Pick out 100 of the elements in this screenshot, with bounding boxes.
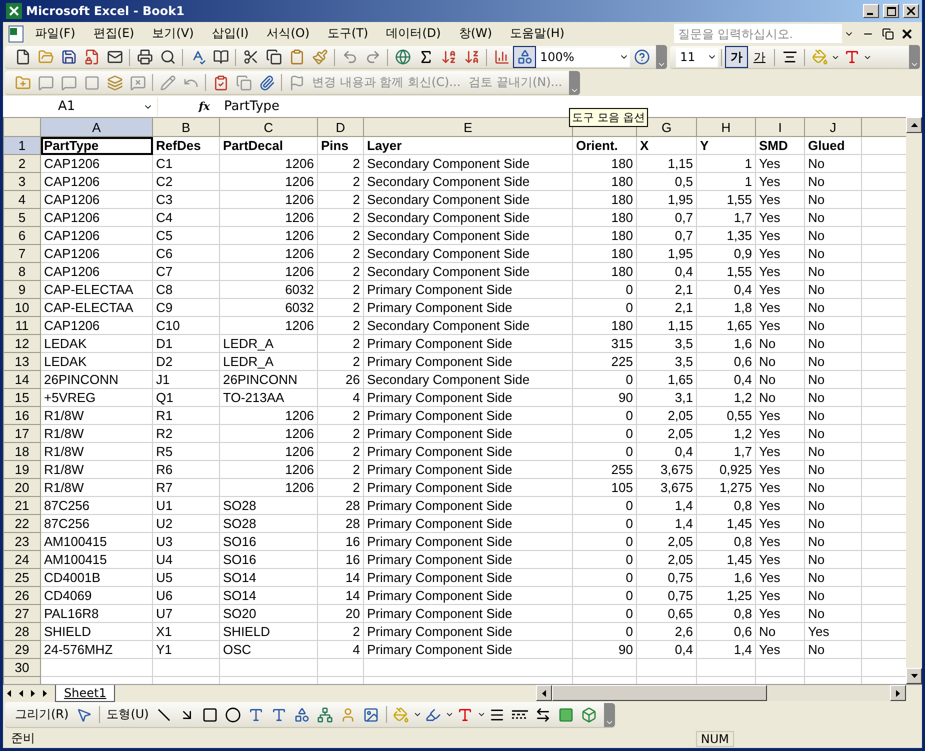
sheet-tab[interactable]: Sheet1 [55,684,116,702]
row-header[interactable]: 4 [4,190,40,208]
row-header[interactable]: 24 [4,550,40,568]
row-header[interactable]: 27 [4,604,40,622]
column-header[interactable]: I [756,118,804,136]
table-cell: 0,7 [636,208,696,226]
menu-item[interactable]: 삽입(I) [204,23,257,44]
table-cell: 180 [572,226,636,244]
row-header[interactable]: 13 [4,352,40,370]
table-cell: 2 [318,622,364,640]
row-header[interactable]: 14 [4,370,40,388]
row-header[interactable]: 3 [4,172,40,190]
column-header[interactable]: E [364,118,572,136]
workbook-icon[interactable] [7,24,25,42]
scroll-up-button[interactable] [906,117,922,133]
scroll-down-button[interactable] [906,668,922,684]
row-header[interactable]: 29 [4,640,40,658]
table-cell: 1,275 [696,478,756,496]
minimize-button[interactable] [863,4,879,18]
autoshapes-menu-button[interactable]: 도형(U) [102,704,153,726]
table-cell: LEDR_A [220,334,318,352]
zoom-field[interactable]: 100% [536,48,630,66]
table-cell: 225 [572,352,636,370]
help-search-field[interactable]: 질문을 입력하십시오. [674,24,842,43]
maximize-button[interactable] [883,4,899,18]
caret-icon [910,60,919,69]
row-header[interactable]: 10 [4,298,40,316]
font-size-field[interactable]: 11 [676,48,718,66]
scroll-left-button[interactable] [536,685,552,701]
row-header[interactable]: 12 [4,334,40,352]
row-header[interactable]: 2 [4,154,40,172]
formula-field[interactable]: PartType [218,99,280,114]
table-cell: 1,7 [696,442,756,460]
row-header[interactable]: 23 [4,532,40,550]
caret-icon[interactable] [412,710,422,719]
row-header[interactable]: 26 [4,586,40,604]
close-icon[interactable] [902,28,912,38]
row-header[interactable]: 25 [4,568,40,586]
row-header[interactable]: 22 [4,514,40,532]
caret-icon[interactable] [444,710,454,719]
format-painter-icon [312,49,328,65]
table-cell: CAP1206 [40,262,152,280]
row-header[interactable]: 21 [4,496,40,514]
horizontal-scrollbar[interactable] [536,685,906,701]
menu-item[interactable]: 도구(T) [320,23,376,44]
menu-item[interactable]: 편집(E) [85,23,142,44]
column-header[interactable]: B [152,118,220,136]
table-cell: R1/8W [40,406,152,424]
row-header[interactable]: 6 [4,226,40,244]
row-header[interactable]: 30 [4,658,40,676]
toolbar-options-button[interactable] [569,70,580,94]
row-header[interactable]: 9 [4,280,40,298]
insert-function-button[interactable]: fx [158,100,218,113]
menu-item[interactable]: 서식(O) [258,23,318,44]
close-button[interactable] [903,4,919,18]
column-header[interactable]: D [318,118,364,136]
row-header[interactable]: 16 [4,406,40,424]
menu-item[interactable]: 보기(V) [144,23,202,44]
column-header[interactable]: A [40,118,152,136]
table-cell: 0 [572,424,636,442]
row-header[interactable]: 5 [4,208,40,226]
drawing-button[interactable] [513,46,536,68]
row-header[interactable]: 15 [4,388,40,406]
underline-button[interactable]: 가 [748,46,771,68]
table-cell: 1206 [220,244,318,262]
table-cell: CAP1206 [40,208,152,226]
scroll-right-button[interactable] [890,685,906,701]
menu-item[interactable]: 데이터(D) [378,23,449,44]
toolbar-options-button[interactable] [604,702,615,726]
row-header[interactable]: 17 [4,424,40,442]
column-title: SMD [756,136,804,154]
draw-menu-button[interactable]: 그리기(R) [11,704,73,726]
column-header[interactable]: H [696,118,756,136]
scroll-thumb[interactable] [552,685,767,701]
permission-icon [84,49,100,65]
row-header[interactable]: 7 [4,244,40,262]
row-header[interactable]: 19 [4,460,40,478]
toolbar-options-button[interactable] [656,45,667,69]
bold-button[interactable]: 가 [725,46,748,68]
menu-item[interactable]: 파일(F) [27,23,84,44]
toolbar-options-button[interactable] [909,45,920,69]
table-cell: 180 [572,262,636,280]
row-header[interactable]: 8 [4,262,40,280]
menu-item[interactable]: 창(W) [450,23,500,44]
name-box[interactable]: A1 [3,97,158,116]
vertical-scrollbar[interactable] [906,117,922,684]
picture-icon [363,706,380,722]
row-header[interactable]: 20 [4,478,40,496]
menu-item[interactable]: 도움말(H) [502,23,572,44]
row-header[interactable]: 28 [4,622,40,640]
column-header[interactable]: J [804,118,862,136]
row-header[interactable]: 11 [4,316,40,334]
row-header[interactable]: 18 [4,442,40,460]
caret-icon[interactable] [476,710,486,719]
undo-icon [342,49,358,65]
restore-icon[interactable] [882,28,894,40]
table-cell: Yes [756,154,804,172]
row-header[interactable]: 1 [4,136,40,154]
column-header[interactable]: C [220,118,318,136]
table-cell: 0 [572,514,636,532]
